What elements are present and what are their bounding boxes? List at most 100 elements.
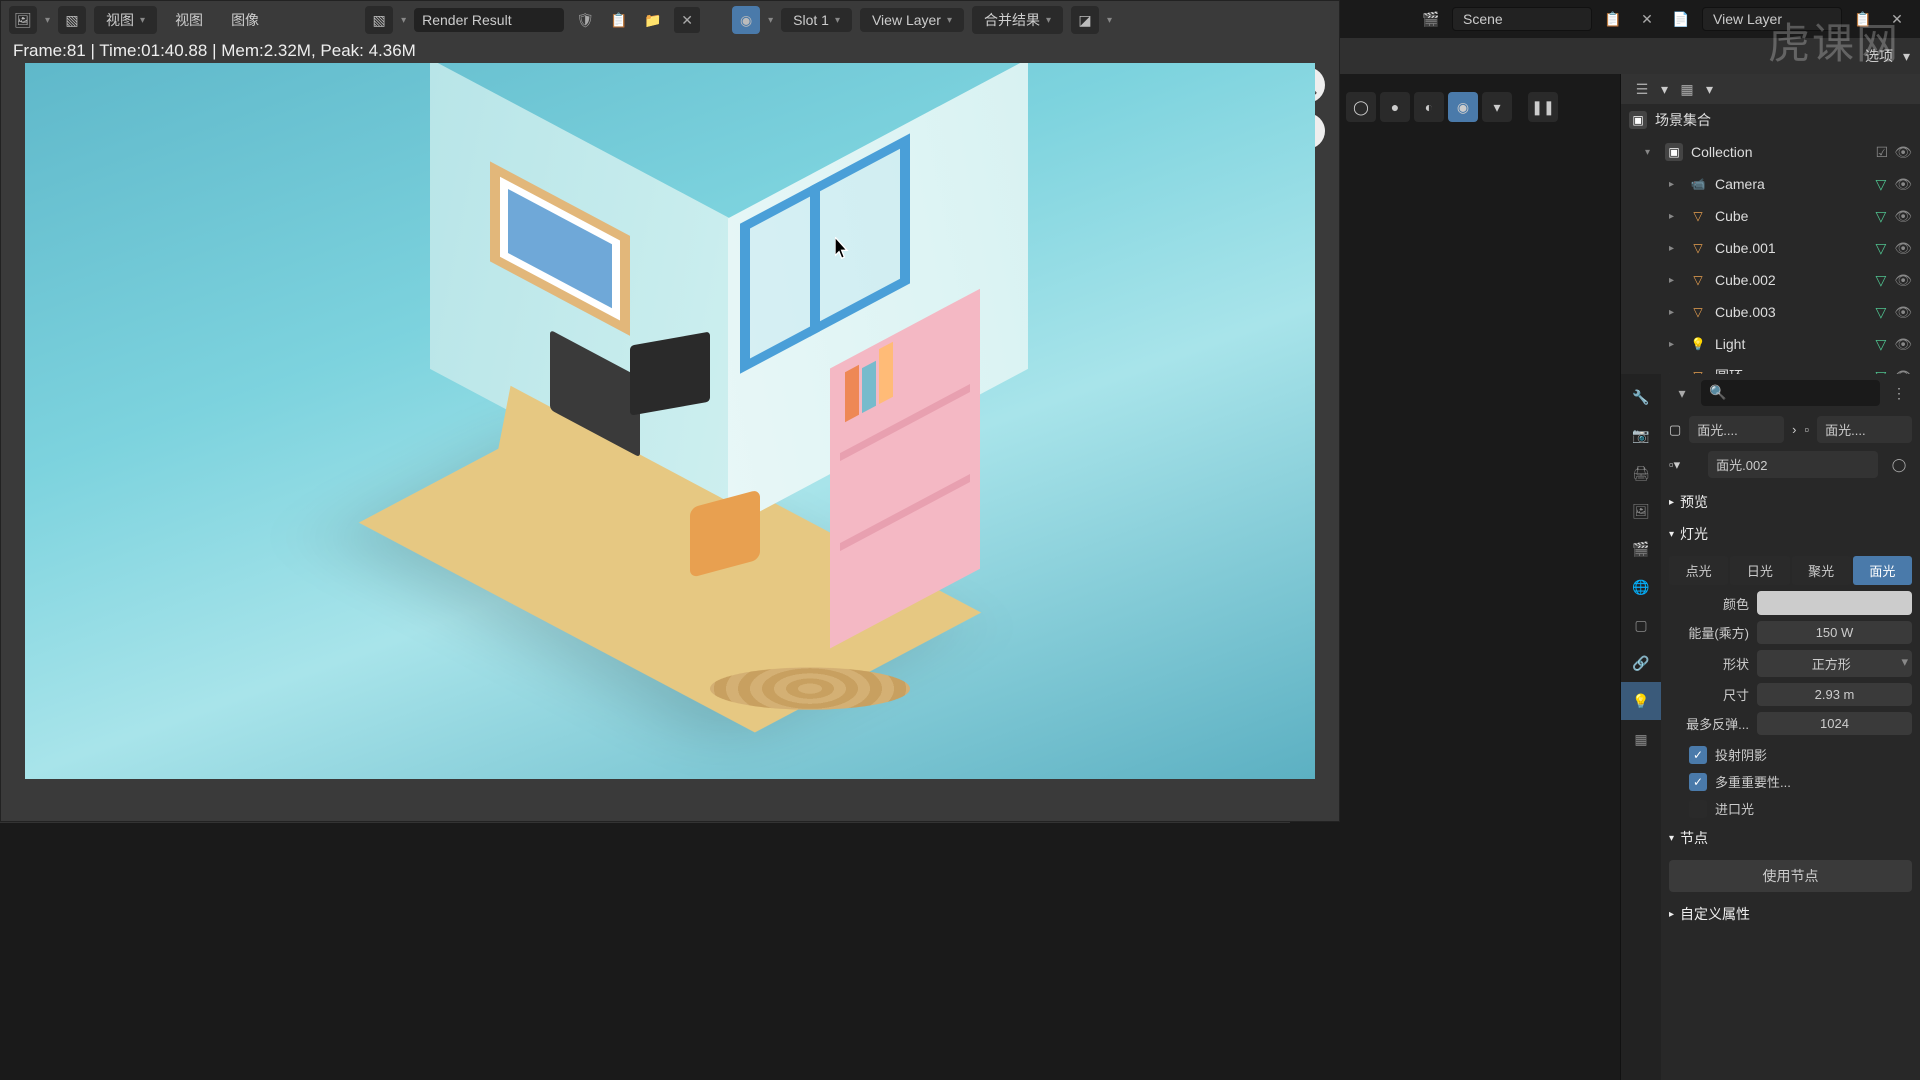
outliner-item[interactable]: ▸ ▽ Cube.002 ▽ 👁 <box>1621 264 1920 296</box>
light-type-spot[interactable]: 聚光 <box>1792 556 1851 585</box>
eye-icon[interactable]: 👁 <box>1894 208 1912 225</box>
tab-data-light-icon[interactable]: 💡 <box>1621 682 1661 720</box>
close-icon[interactable]: ✕ <box>674 7 700 33</box>
shading-wireframe-icon[interactable]: ◯ <box>1346 92 1376 122</box>
panel-light[interactable]: ▾灯光 <box>1669 518 1912 550</box>
view-dropdown[interactable]: 视图▾ <box>94 6 157 34</box>
energy-value[interactable]: 150 W <box>1757 621 1912 644</box>
expand-triangle-icon[interactable]: ▸ <box>1669 211 1681 222</box>
filter-icon[interactable]: ▦ <box>1674 76 1700 102</box>
chevron-down-icon[interactable]: ▾ <box>1107 15 1112 26</box>
tab-render-icon[interactable]: 📷 <box>1621 416 1661 454</box>
size-value[interactable]: 2.93 m <box>1757 683 1912 706</box>
eye-icon[interactable]: 👁 <box>1894 304 1912 321</box>
prop-dd-icon[interactable]: ▾ <box>1669 380 1695 406</box>
slot-dropdown[interactable]: Slot 1▾ <box>781 8 852 32</box>
menu-image[interactable]: 图像 <box>221 6 269 34</box>
expand-triangle-icon[interactable]: ▸ <box>1669 243 1681 254</box>
outliner-item[interactable]: ▸ ▽ Cube ▽ 👁 <box>1621 200 1920 232</box>
panel-preview[interactable]: ▸预览 <box>1669 486 1912 518</box>
check-multi-importance[interactable]: ✓多重重要性... <box>1669 768 1912 795</box>
scene-name-field[interactable]: Scene <box>1452 7 1592 31</box>
outliner-scene-collection[interactable]: ▣ 场景集合 <box>1621 104 1920 136</box>
bounce-value[interactable]: 1024 <box>1757 712 1912 735</box>
panel-custom-props[interactable]: ▸自定义属性 <box>1669 898 1912 930</box>
new-data-icon[interactable]: ◯ <box>1886 452 1912 478</box>
eye-icon[interactable]: 👁 <box>1894 176 1912 193</box>
tab-tool-icon[interactable]: 🔧 <box>1621 378 1661 416</box>
outliner-item[interactable]: ▸ 📹 Camera ▽ 👁 <box>1621 168 1920 200</box>
tab-viewlayer-icon[interactable]: 🖼 <box>1621 492 1661 530</box>
chevron-down-icon[interactable]: ▾ <box>401 15 406 26</box>
chevron-down-icon[interactable]: ▾ <box>768 15 773 26</box>
tab-world-icon[interactable]: 🌐 <box>1621 568 1661 606</box>
chevron-down-icon[interactable]: ▾ <box>1661 81 1668 98</box>
image-icon[interactable]: ▧ <box>58 6 86 34</box>
viewlayer-name-field[interactable]: View Layer <box>1702 7 1842 31</box>
options-label[interactable]: 选项 <box>1865 46 1893 66</box>
display-mode-icon[interactable]: ◪ <box>1071 6 1099 34</box>
shading-dropdown-icon[interactable]: ▾ <box>1482 92 1512 122</box>
display-channels-icon[interactable]: ◉ <box>732 6 760 34</box>
viewlayer-close-icon[interactable]: ✕ <box>1884 6 1910 32</box>
copy-icon[interactable]: 📋 <box>606 7 632 33</box>
shading-solid-icon[interactable]: ● <box>1380 92 1410 122</box>
eye-icon[interactable]: 👁 <box>1894 144 1912 161</box>
expand-triangle-icon[interactable]: ▸ <box>1669 307 1681 318</box>
scene-close-icon[interactable]: ✕ <box>1634 6 1660 32</box>
shading-rendered-icon[interactable]: ◉ <box>1448 92 1478 122</box>
shading-matprev-icon[interactable]: ◐ <box>1414 92 1444 122</box>
tab-texture-icon[interactable]: ▦ <box>1621 720 1661 758</box>
expand-triangle-icon[interactable]: ▸ <box>1669 179 1681 190</box>
light-type-point[interactable]: 点光 <box>1669 556 1728 585</box>
outliner-item[interactable]: ▸ ▽ Cube.003 ▽ 👁 <box>1621 296 1920 328</box>
viewlayer-icon[interactable]: 📄 <box>1668 6 1694 32</box>
outliner-item[interactable]: ▸ ▽ Cube.001 ▽ 👁 <box>1621 232 1920 264</box>
chevron-down-icon[interactable]: ▾ <box>1903 48 1910 65</box>
outliner-type-icon[interactable]: ☰ <box>1629 76 1655 102</box>
eye-icon[interactable]: 👁 <box>1894 272 1912 289</box>
check-shadow[interactable]: ✓投射阴影 <box>1669 741 1912 768</box>
prop-options-icon[interactable]: ⋮ <box>1886 380 1912 406</box>
prop-search-input[interactable]: 🔍 <box>1701 380 1880 406</box>
light-data-icon[interactable]: ▫▾ <box>1669 457 1680 473</box>
chevron-down-icon[interactable]: ▾ <box>45 15 50 26</box>
outliner-collection[interactable]: ▾ ▣ Collection ☑ 👁 <box>1621 136 1920 168</box>
color-swatch[interactable] <box>1757 591 1912 615</box>
breadcrumb-data[interactable]: 面光.... <box>1817 416 1912 443</box>
render-viewport[interactable] <box>25 63 1315 779</box>
outliner-item[interactable]: ▸ 💡 Light ▽ 👁 <box>1621 328 1920 360</box>
eye-icon[interactable]: 👁 <box>1894 336 1912 353</box>
layer-dropdown[interactable]: View Layer▾ <box>860 8 964 32</box>
image-datablock-icon[interactable]: ▧ <box>365 6 393 34</box>
shape-dropdown[interactable]: 正方形 ▾ <box>1757 650 1912 677</box>
tab-constraints-icon[interactable]: 🔗 <box>1621 644 1661 682</box>
checkbox-icon[interactable]: ☑ <box>1876 144 1889 161</box>
pass-dropdown[interactable]: 合并结果▾ <box>972 6 1063 34</box>
tab-scene-icon[interactable]: 🎬 <box>1621 530 1661 568</box>
expand-triangle-icon[interactable]: ▾ <box>1645 147 1657 158</box>
render-result-field[interactable]: Render Result <box>414 8 564 32</box>
panel-nodes[interactable]: ▾节点 <box>1669 822 1912 854</box>
shield-icon[interactable]: 🛡 <box>572 7 598 33</box>
expand-triangle-icon[interactable]: ▸ <box>1669 275 1681 286</box>
editor-type-icon[interactable]: 🖼 <box>9 6 37 34</box>
scene-icon[interactable]: 🎬 <box>1418 6 1444 32</box>
expand-triangle-icon[interactable]: ▸ <box>1669 339 1681 350</box>
use-nodes-button[interactable]: 使用节点 <box>1669 860 1912 892</box>
light-type-sun[interactable]: 日光 <box>1730 556 1789 585</box>
tab-output-icon[interactable]: 🖨 <box>1621 454 1661 492</box>
eye-icon[interactable]: 👁 <box>1894 240 1912 257</box>
check-portal[interactable]: 进口光 <box>1669 795 1912 822</box>
breadcrumb-object[interactable]: 面光.... <box>1689 416 1784 443</box>
tab-object-icon[interactable]: ▢ <box>1621 606 1661 644</box>
light-data-field[interactable]: 面光.002 <box>1708 451 1878 478</box>
menu-view[interactable]: 视图 <box>165 6 213 34</box>
chevron-down-icon[interactable]: ▾ <box>1706 81 1713 98</box>
light-type-area[interactable]: 面光 <box>1853 556 1912 585</box>
pause-icon[interactable]: ❚❚ <box>1528 92 1558 122</box>
scene-copy-icon[interactable]: 📋 <box>1600 6 1626 32</box>
folder-icon[interactable]: 📁 <box>640 7 666 33</box>
viewlayer-copy-icon[interactable]: 📋 <box>1850 6 1876 32</box>
timeline-area[interactable] <box>0 822 1290 1080</box>
